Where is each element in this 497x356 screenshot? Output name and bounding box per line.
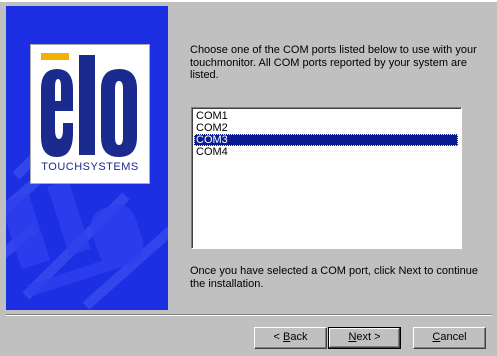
next-suffix: > [371, 331, 381, 343]
back-button[interactable]: < Back [254, 327, 327, 349]
com-port-item[interactable]: COM4 [194, 146, 458, 158]
back-rest: ack [290, 331, 308, 343]
cancel-rest: ancel [440, 331, 467, 343]
next-button[interactable]: Next > [328, 327, 401, 349]
elo-logo-mark [41, 53, 137, 157]
logo-subtitle: TOUCHSYSTEMS [41, 161, 139, 173]
window-top-edge [0, 0, 497, 2]
cancel-button[interactable]: Cancel [413, 327, 486, 349]
com-port-item[interactable]: COM2 [194, 122, 458, 134]
elo-banner-image: TOUCHSYSTEMS [6, 6, 168, 310]
next-rest: ext [356, 331, 372, 343]
button-separator-highlight [6, 315, 492, 316]
instruction-text: Choose one of the COM ports listed below… [190, 44, 477, 81]
back-prefix: < [273, 331, 283, 343]
com-port-listbox[interactable]: COM1 COM2 COM3 COM4 [191, 107, 462, 249]
com-port-item-selected[interactable]: COM3 [194, 134, 458, 146]
com-port-item[interactable]: COM1 [194, 110, 458, 122]
continue-instruction-text: Once you have selected a COM port, click… [190, 265, 478, 290]
elo-logo: TOUCHSYSTEMS [30, 44, 150, 184]
